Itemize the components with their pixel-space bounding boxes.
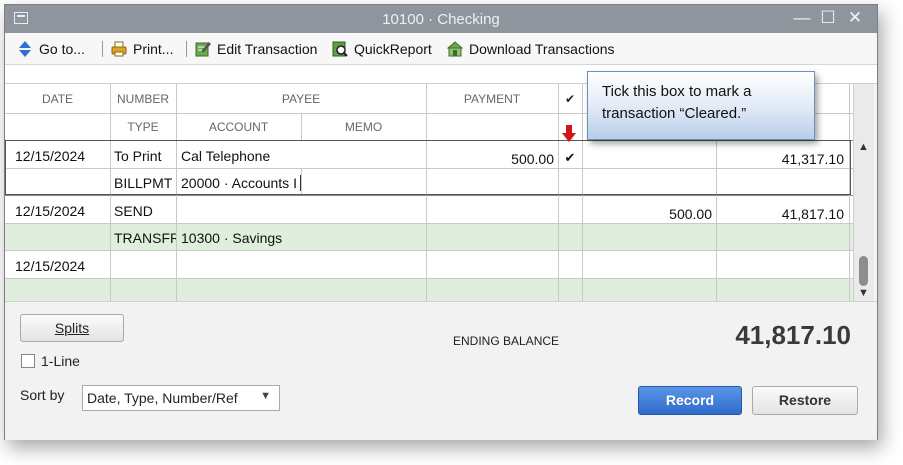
txn1-payment[interactable]: 500.00 — [426, 151, 554, 167]
sort-dropdown[interactable]: Date, Type, Number/Ref ▼ — [82, 385, 280, 411]
quickreport-label: QuickReport — [354, 41, 432, 57]
print-label: Print... — [133, 41, 174, 57]
txn2-number[interactable]: SEND — [114, 203, 176, 219]
header-cleared: ✔ — [564, 92, 576, 106]
grid-line — [5, 250, 853, 251]
scroll-down-icon[interactable]: ▼ — [858, 287, 869, 299]
maximize-button[interactable]: ☐ — [818, 8, 838, 28]
close-button[interactable]: ✕ — [845, 8, 865, 28]
goto-button[interactable]: Go to... — [17, 39, 85, 59]
download-transactions-button[interactable]: Download Transactions — [446, 39, 615, 59]
window-title: 10100 · Checking — [382, 11, 500, 28]
toolbar-divider — [102, 41, 103, 57]
goto-arrows-icon — [17, 41, 33, 57]
grid-line — [5, 278, 853, 279]
txn1-cleared-checkbox[interactable]: ✔ — [558, 150, 582, 166]
print-button[interactable]: Print... — [111, 39, 173, 59]
txn2-balance: 41,817.10 — [781, 206, 844, 222]
edit-pencil-icon — [195, 41, 211, 57]
header-payee: PAYEE — [281, 92, 321, 106]
header-account: ACCOUNT — [208, 120, 269, 134]
red-down-arrow-icon — [562, 125, 576, 146]
callout-line-2: transaction “Cleared.” — [602, 105, 747, 122]
quickreport-icon — [332, 41, 348, 57]
txn3-date[interactable]: 12/15/2024 — [15, 258, 110, 274]
header-date: DATE — [41, 92, 74, 106]
txn1-type: BILLPMT — [114, 175, 173, 191]
sortby-label: Sort by — [20, 387, 65, 403]
splits-button[interactable]: Splits — [20, 314, 124, 342]
header-type: TYPE — [127, 120, 159, 134]
toolbar: Go to... Print... Edit Transaction Quick… — [5, 33, 877, 65]
grid-line — [5, 223, 853, 224]
sort-dropdown-value: Date, Type, Number/Ref — [87, 390, 238, 406]
txn1-account-field[interactable]: 20000 · Accounts I — [181, 175, 301, 191]
register-window: 10100 · Checking — ☐ ✕ Go to... Print...… — [4, 4, 878, 440]
txn2-deposit[interactable]: 500.00 — [582, 206, 712, 222]
printer-icon — [111, 41, 127, 57]
grid-line — [5, 195, 853, 196]
ending-balance-label: ENDING BALANCE — [453, 334, 560, 348]
scrollbar-thumb[interactable] — [859, 256, 868, 286]
edit-transaction-label: Edit Transaction — [217, 41, 318, 57]
download-transactions-label: Download Transactions — [469, 41, 615, 57]
row-band — [5, 278, 853, 301]
edit-transaction-button[interactable]: Edit Transaction — [195, 39, 317, 59]
minimize-button[interactable]: — — [792, 8, 812, 28]
restore-button[interactable]: Restore — [752, 386, 858, 415]
header-number: NUMBER — [116, 92, 169, 106]
callout-line-1: Tick this box to mark a — [602, 83, 752, 100]
grid-line — [301, 113, 302, 141]
oneline-label[interactable]: 1-Line — [41, 353, 80, 369]
oneline-checkbox[interactable] — [21, 354, 35, 368]
title-bar: 10100 · Checking — ☐ ✕ — [5, 5, 877, 33]
scroll-up-icon[interactable]: ▲ — [858, 141, 869, 153]
txn2-account[interactable]: 10300 · Savings — [181, 230, 426, 246]
header-payment: PAYMENT — [463, 92, 521, 106]
txn1-number[interactable]: To Print — [114, 148, 176, 164]
ending-balance-value: 41,817.10 — [735, 320, 851, 350]
splits-label: Splits — [54, 320, 90, 336]
txn1-payee[interactable]: Cal Telephone — [181, 148, 426, 164]
txn1-balance: 41,317.10 — [781, 151, 844, 167]
annotation-callout: Tick this box to mark a transaction “Cle… — [587, 71, 815, 140]
download-icon — [446, 41, 464, 57]
chevron-down-icon[interactable]: ▼ — [260, 390, 271, 402]
register-scrollbar[interactable]: ▲ ▼ — [853, 84, 874, 301]
record-button[interactable]: Record — [638, 386, 742, 415]
txn2-date[interactable]: 12/15/2024 — [15, 203, 110, 219]
txn2-type: TRANSFR — [114, 230, 176, 246]
txn1-date[interactable]: 12/15/2024 — [15, 148, 110, 164]
header-memo: MEMO — [344, 120, 383, 134]
toolbar-divider — [186, 41, 187, 57]
register-footer: Splits 1-Line Sort by Date, Type, Number… — [5, 301, 877, 440]
goto-label: Go to... — [39, 41, 85, 57]
quickreport-button[interactable]: QuickReport — [332, 39, 432, 59]
